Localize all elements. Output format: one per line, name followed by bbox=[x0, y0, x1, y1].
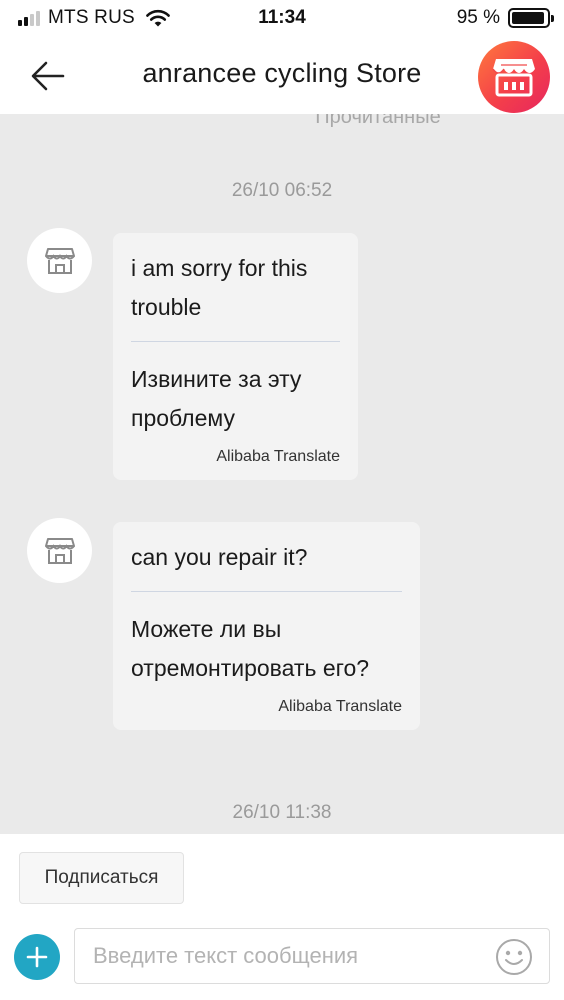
compose-area: Подписаться bbox=[0, 834, 564, 1000]
message-bubble[interactable]: i am sorry for this trouble Извините за … bbox=[113, 233, 358, 480]
subscribe-button[interactable]: Подписаться bbox=[19, 852, 184, 904]
plus-icon bbox=[26, 946, 48, 968]
read-status: Прочитанные bbox=[315, 114, 441, 128]
message-timestamp: 26/10 11:38 bbox=[232, 802, 332, 823]
store-avatar[interactable] bbox=[27, 228, 92, 293]
battery-icon bbox=[508, 8, 554, 28]
message-bubble[interactable]: can you repair it? Можете ли вы отремонт… bbox=[113, 522, 420, 730]
storefront-icon bbox=[492, 59, 535, 97]
shop-icon bbox=[44, 247, 75, 274]
message-timestamp: 26/10 06:52 bbox=[231, 180, 333, 201]
chat-area[interactable]: Прочитанные 26/10 06:52 i am sorry for t… bbox=[0, 114, 564, 834]
nav-bar: anrancee cycling Store bbox=[0, 38, 564, 114]
smiley-icon[interactable] bbox=[495, 938, 533, 976]
status-right: 95 % bbox=[456, 7, 554, 29]
message-original-text: can you repair it? bbox=[131, 544, 308, 570]
bubble-divider bbox=[131, 591, 402, 592]
store-button[interactable] bbox=[478, 41, 550, 113]
message-original-text: i am sorry for this trouble bbox=[131, 255, 308, 320]
message-translation: Извините за эту проблему bbox=[131, 366, 302, 431]
message-input[interactable] bbox=[75, 929, 475, 983]
translation-credit: Alibaba Translate bbox=[278, 698, 402, 715]
bubble-divider bbox=[131, 341, 340, 342]
battery-percent: 95 % bbox=[456, 7, 500, 28]
translation-credit: Alibaba Translate bbox=[216, 448, 340, 465]
add-attachment-button[interactable] bbox=[14, 934, 60, 980]
shop-icon bbox=[44, 537, 75, 564]
message-translation: Можете ли вы отремонтировать его? bbox=[131, 616, 370, 681]
store-avatar[interactable] bbox=[27, 518, 92, 583]
message-input-wrapper bbox=[74, 928, 550, 984]
status-bar: MTS RUS 11:34 95 % bbox=[0, 0, 564, 38]
